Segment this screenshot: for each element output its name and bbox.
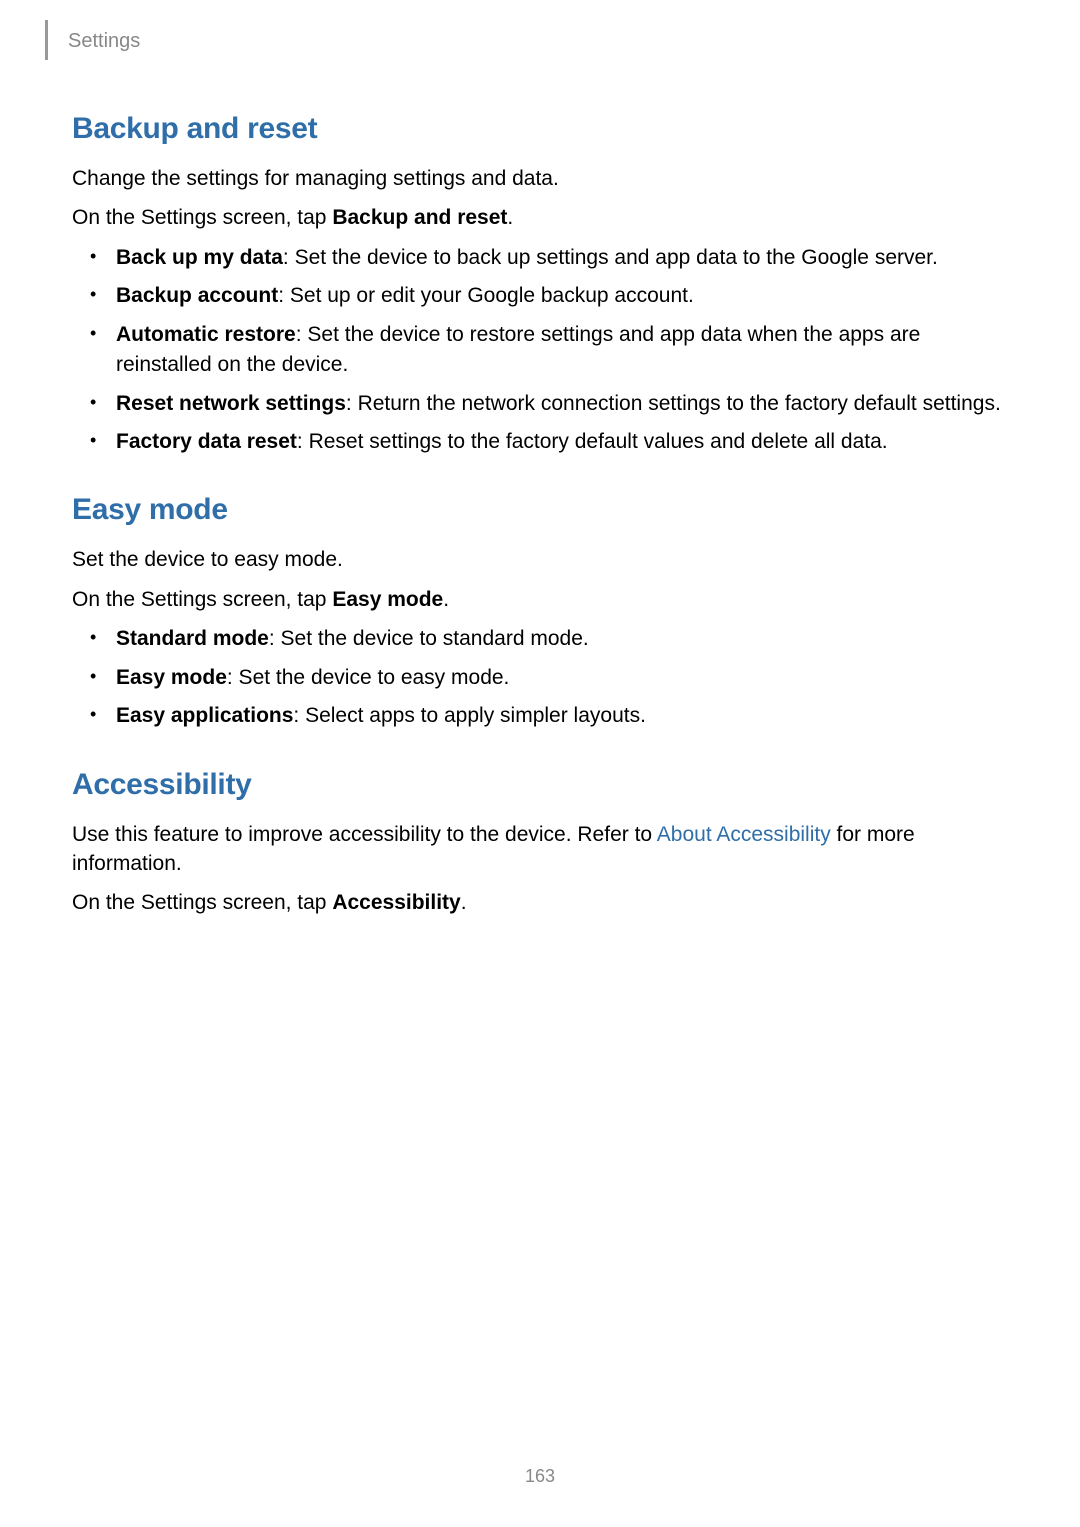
easy-instruction: On the Settings screen, tap Easy mode.: [72, 585, 1008, 614]
instruction-prefix: On the Settings screen, tap: [72, 891, 332, 914]
backup-list: Back up my data: Set the device to back …: [72, 243, 1008, 458]
item-rest: : Return the network connection settings…: [346, 392, 1001, 415]
instruction-bold: Easy mode: [332, 588, 443, 611]
item-bold: Easy mode: [116, 666, 227, 689]
accessibility-instruction: On the Settings screen, tap Accessibilit…: [72, 888, 1008, 917]
instruction-bold: Backup and reset: [332, 206, 507, 229]
instruction-suffix: .: [461, 891, 467, 914]
about-accessibility-link[interactable]: About Accessibility: [657, 823, 831, 846]
item-rest: : Select apps to apply simpler layouts.: [293, 704, 646, 727]
list-item: Easy applications: Select apps to apply …: [100, 701, 1008, 731]
easy-intro: Set the device to easy mode.: [72, 545, 1008, 574]
page-content: Backup and reset Change the settings for…: [0, 0, 1080, 918]
instruction-suffix: .: [443, 588, 449, 611]
item-bold: Factory data reset: [116, 430, 297, 453]
item-bold: Backup account: [116, 284, 278, 307]
item-bold: Automatic restore: [116, 323, 296, 346]
list-item: Factory data reset: Reset settings to th…: [100, 427, 1008, 457]
list-item: Back up my data: Set the device to back …: [100, 243, 1008, 273]
list-item: Easy mode: Set the device to easy mode.: [100, 663, 1008, 693]
item-rest: : Set the device to standard mode.: [269, 627, 589, 650]
section-heading-backup: Backup and reset: [72, 112, 1008, 146]
header-breadcrumb: Settings: [68, 30, 140, 53]
item-rest: : Set up or edit your Google backup acco…: [278, 284, 694, 307]
page-number: 163: [0, 1466, 1080, 1487]
backup-intro: Change the settings for managing setting…: [72, 164, 1008, 193]
header-divider: [45, 20, 48, 60]
item-bold: Easy applications: [116, 704, 293, 727]
list-item: Backup account: Set up or edit your Goog…: [100, 281, 1008, 311]
easy-list: Standard mode: Set the device to standar…: [72, 624, 1008, 731]
instruction-suffix: .: [507, 206, 513, 229]
list-item: Automatic restore: Set the device to res…: [100, 320, 1008, 381]
section-heading-accessibility: Accessibility: [72, 768, 1008, 802]
item-rest: : Set the device to back up settings and…: [283, 246, 938, 269]
instruction-prefix: On the Settings screen, tap: [72, 206, 332, 229]
backup-instruction: On the Settings screen, tap Backup and r…: [72, 203, 1008, 232]
list-item: Reset network settings: Return the netwo…: [100, 389, 1008, 419]
item-bold: Back up my data: [116, 246, 283, 269]
list-item: Standard mode: Set the device to standar…: [100, 624, 1008, 654]
item-rest: : Reset settings to the factory default …: [297, 430, 888, 453]
instruction-bold: Accessibility: [332, 891, 460, 914]
intro-prefix: Use this feature to improve accessibilit…: [72, 823, 657, 846]
instruction-prefix: On the Settings screen, tap: [72, 588, 332, 611]
accessibility-intro: Use this feature to improve accessibilit…: [72, 820, 1008, 879]
item-bold: Reset network settings: [116, 392, 346, 415]
section-heading-easy: Easy mode: [72, 493, 1008, 527]
item-bold: Standard mode: [116, 627, 269, 650]
item-rest: : Set the device to easy mode.: [227, 666, 510, 689]
